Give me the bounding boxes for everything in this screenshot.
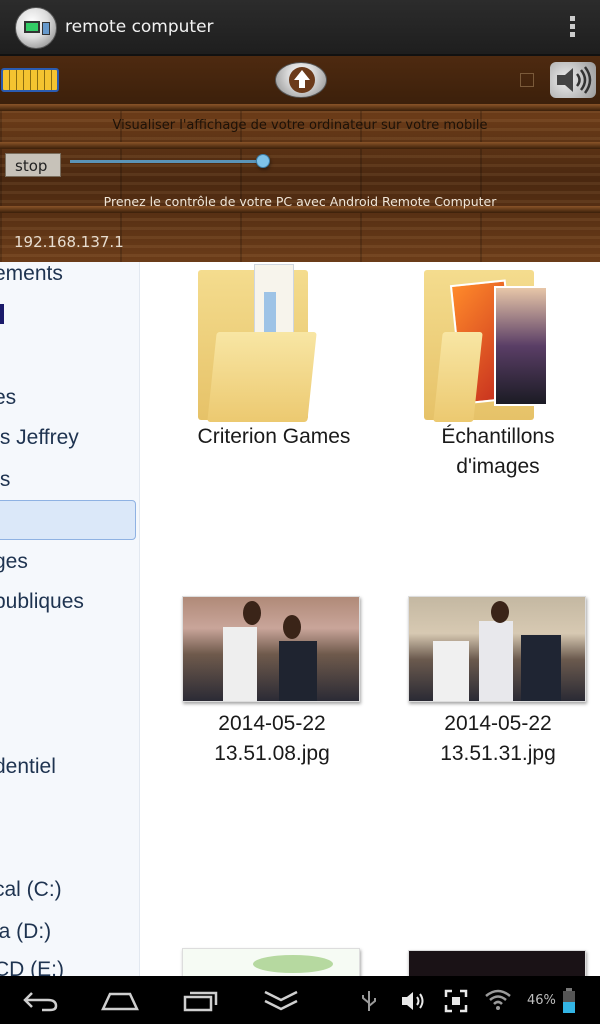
remote-control-panel: Visualiser l'affichage de votre ordinate… <box>0 56 600 262</box>
battery-icon <box>563 988 575 1013</box>
sidebar-item[interactable]: publiques <box>0 590 84 614</box>
image-thumbnail[interactable] <box>182 596 360 702</box>
overflow-menu-icon[interactable] <box>570 16 576 40</box>
sidebar-item[interactable]: ges <box>0 550 28 574</box>
battery-percent: 46% <box>527 993 556 1008</box>
stop-button[interactable]: stop <box>5 153 61 177</box>
image-thumbnail[interactable] <box>408 950 586 976</box>
folder-label[interactable]: Criterion Games <box>174 422 374 452</box>
speaker-icon[interactable] <box>550 62 596 98</box>
slider-thumb[interactable] <box>256 154 270 168</box>
hide-keyboard-icon[interactable] <box>262 989 300 1013</box>
folder-icon[interactable] <box>418 262 548 422</box>
folder-label-line2: d'images <box>456 455 540 478</box>
sidebar-item[interactable]: cal (C:) <box>0 878 62 902</box>
sidebar-marker <box>0 304 4 324</box>
image-thumbnail[interactable] <box>182 948 360 976</box>
sidebar-item[interactable]: CD (E:) <box>0 958 64 976</box>
action-bar: remote computer <box>0 0 600 56</box>
sidebar-item[interactable]: ts Jeffrey <box>0 426 79 450</box>
monitor-glyph <box>24 21 40 33</box>
remote-screen-view[interactable]: ements es ts Jeffrey ts ges publiques de… <box>0 262 600 976</box>
toggle-checkbox[interactable] <box>520 73 534 87</box>
system-nav-bar: 46% <box>0 976 600 1024</box>
app-icon[interactable] <box>15 7 57 49</box>
usb-icon <box>362 991 376 1011</box>
toolbar <box>0 56 600 104</box>
folder-label[interactable]: Échantillons <box>398 422 598 452</box>
quality-slider[interactable] <box>70 154 270 168</box>
screenshot-icon[interactable] <box>444 989 468 1013</box>
app-title: remote computer <box>65 17 214 37</box>
volume-icon[interactable] <box>400 989 428 1013</box>
image-label-line2: 13.51.08.jpg <box>214 742 330 765</box>
shelf-divider <box>0 104 600 111</box>
sidebar-item[interactable]: ements <box>0 262 63 286</box>
sidebar-selected-item[interactable] <box>0 500 136 540</box>
phone-glyph <box>42 22 50 35</box>
panel-subtitle: Visualiser l'affichage de votre ordinate… <box>112 118 488 133</box>
image-label[interactable]: 2014-05-22 <box>172 709 372 739</box>
panel-tagline: Prenez le contrôle de votre PC avec Andr… <box>103 194 497 209</box>
keyboard-icon[interactable] <box>1 68 59 92</box>
recents-icon[interactable] <box>182 990 220 1012</box>
image-label[interactable]: 2014-05-22 <box>398 709 598 739</box>
shelf-divider <box>0 142 600 149</box>
sidebar-item[interactable]: ts <box>0 468 10 492</box>
folder-icon[interactable] <box>192 262 320 422</box>
image-label-line2: 13.51.31.jpg <box>440 742 556 765</box>
navigation-pane: ements es ts Jeffrey ts ges publiques de… <box>0 262 140 976</box>
sidebar-item[interactable]: dentiel <box>0 755 56 779</box>
upload-icon[interactable] <box>275 62 327 98</box>
image-thumbnail[interactable] <box>408 596 586 702</box>
home-icon[interactable] <box>100 990 140 1012</box>
wifi-icon <box>485 989 511 1010</box>
sidebar-item[interactable]: es <box>0 386 16 410</box>
ip-address: 192.168.137.1 <box>14 233 124 251</box>
sidebar-item[interactable]: ia (D:) <box>0 920 51 944</box>
back-icon[interactable] <box>22 990 60 1012</box>
